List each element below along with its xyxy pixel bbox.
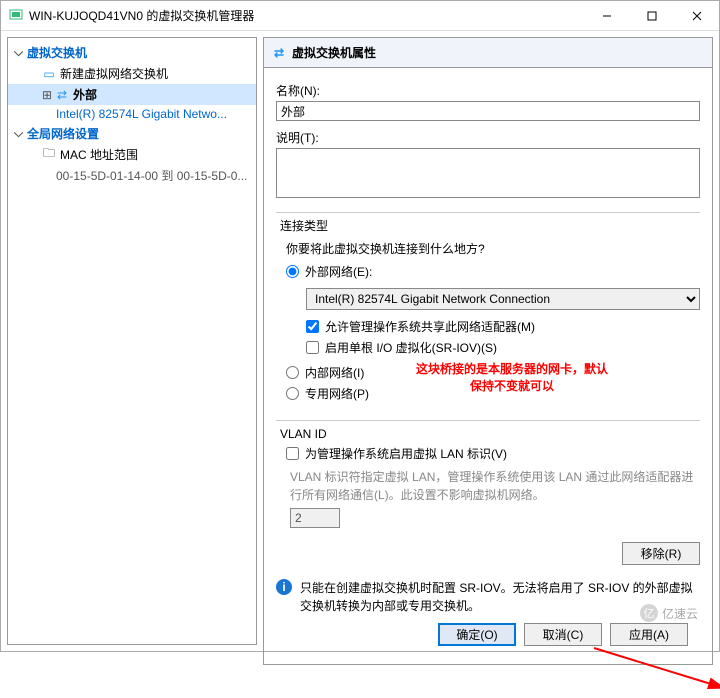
desc-label: 说明(T):: [276, 129, 700, 146]
internal-radio[interactable]: [286, 366, 299, 379]
close-button[interactable]: [674, 1, 719, 31]
adapter-select[interactable]: Intel(R) 82574L Gigabit Network Connecti…: [306, 288, 700, 310]
external-radio[interactable]: [286, 265, 299, 278]
maximize-button[interactable]: [629, 1, 674, 31]
vlan-hint: VLAN 标识符指定虚拟 LAN，管理操作系统使用该 LAN 通过此网络适配器进…: [290, 468, 700, 504]
sidebar-item-mac-range[interactable]: 00-15-5D-01-14-00 到 00-15-5D-0...: [8, 165, 256, 186]
window: WIN-KUJOQD41VN0 的虚拟交换机管理器 ⌵ 虚拟交换机 ▭ 新建虚拟…: [0, 0, 720, 652]
sidebar-section-global[interactable]: ⌵ 全局网络设置: [8, 123, 256, 144]
vlan-id-input[interactable]: [290, 508, 340, 528]
sidebar-item-external-adapter[interactable]: Intel(R) 82574L Gigabit Netwo...: [8, 105, 256, 123]
name-input[interactable]: [276, 101, 700, 121]
allow-mgmt-label: 允许管理操作系统共享此网络适配器(M): [325, 318, 535, 335]
vlan-enable-checkbox[interactable]: [286, 447, 299, 460]
connection-question: 你要将此虚拟交换机连接到什么地方?: [286, 240, 700, 257]
name-label: 名称(N):: [276, 82, 700, 99]
props-header: ⇄ 虚拟交换机属性: [263, 37, 713, 68]
switch-icon: ⇄: [55, 88, 69, 102]
allow-mgmt-checkbox[interactable]: [306, 320, 319, 333]
dialog-footer: 确定(O) 取消(C) 应用(A): [276, 615, 700, 654]
sidebar: ⌵ 虚拟交换机 ▭ 新建虚拟网络交换机 ⊞ ⇄ 外部 Intel(R) 8257…: [7, 37, 257, 645]
connection-type-title: 连接类型: [276, 217, 332, 234]
sriov-checkbox[interactable]: [306, 341, 319, 354]
watermark-icon: 亿: [640, 604, 658, 622]
private-label: 专用网络(P): [305, 385, 369, 402]
ok-button[interactable]: 确定(O): [438, 623, 516, 646]
sidebar-item-mac[interactable]: 🗀 MAC 地址范围: [8, 144, 256, 165]
annotation-text: 这块桥接的是本服务器的网卡，默认 保持不变就可以: [416, 360, 608, 394]
window-title: WIN-KUJOQD41VN0 的虚拟交换机管理器: [29, 7, 254, 24]
info-row: i 只能在创建虚拟交换机时配置 SR-IOV。无法将启用了 SR-IOV 的外部…: [276, 579, 700, 615]
minimize-button[interactable]: [584, 1, 629, 31]
sriov-label: 启用单根 I/O 虚拟化(SR-IOV)(S): [325, 339, 497, 356]
internal-label: 内部网络(I): [305, 364, 364, 381]
titlebar: WIN-KUJOQD41VN0 的虚拟交换机管理器: [1, 1, 719, 31]
sidebar-section-vswitch[interactable]: ⌵ 虚拟交换机: [8, 42, 256, 63]
vlan-enable-label: 为管理操作系统启用虚拟 LAN 标识(V): [305, 445, 507, 462]
vlan-group: VLAN ID 为管理操作系统启用虚拟 LAN 标识(V) VLAN 标识符指定…: [276, 420, 700, 528]
chevron-down-icon: ⌵: [14, 45, 23, 60]
vlan-title: VLAN ID: [276, 427, 331, 441]
sidebar-item-external[interactable]: ⊞ ⇄ 外部: [8, 84, 256, 105]
cancel-button[interactable]: 取消(C): [524, 623, 602, 646]
private-radio[interactable]: [286, 387, 299, 400]
new-switch-icon: ▭: [42, 67, 56, 81]
info-icon: i: [276, 579, 292, 595]
apply-button[interactable]: 应用(A): [610, 623, 688, 646]
watermark: 亿 亿速云: [640, 604, 698, 622]
chevron-down-icon: ⌵: [14, 126, 23, 141]
main-panel: ⇄ 虚拟交换机属性 名称(N): 说明(T): 连接类型 你要将此虚拟交换机连接…: [263, 37, 713, 645]
plus-icon: ⊞: [42, 88, 51, 102]
mac-icon: 🗀: [42, 148, 56, 162]
external-label: 外部网络(E):: [305, 263, 372, 280]
remove-button[interactable]: 移除(R): [622, 542, 700, 565]
sidebar-item-new-vswitch[interactable]: ▭ 新建虚拟网络交换机: [8, 63, 256, 84]
desc-input[interactable]: [276, 148, 700, 198]
switch-icon: ⇄: [272, 46, 286, 60]
connection-type-group: 连接类型 你要将此虚拟交换机连接到什么地方? 外部网络(E): Intel(R)…: [276, 212, 700, 406]
app-icon: [9, 9, 23, 23]
